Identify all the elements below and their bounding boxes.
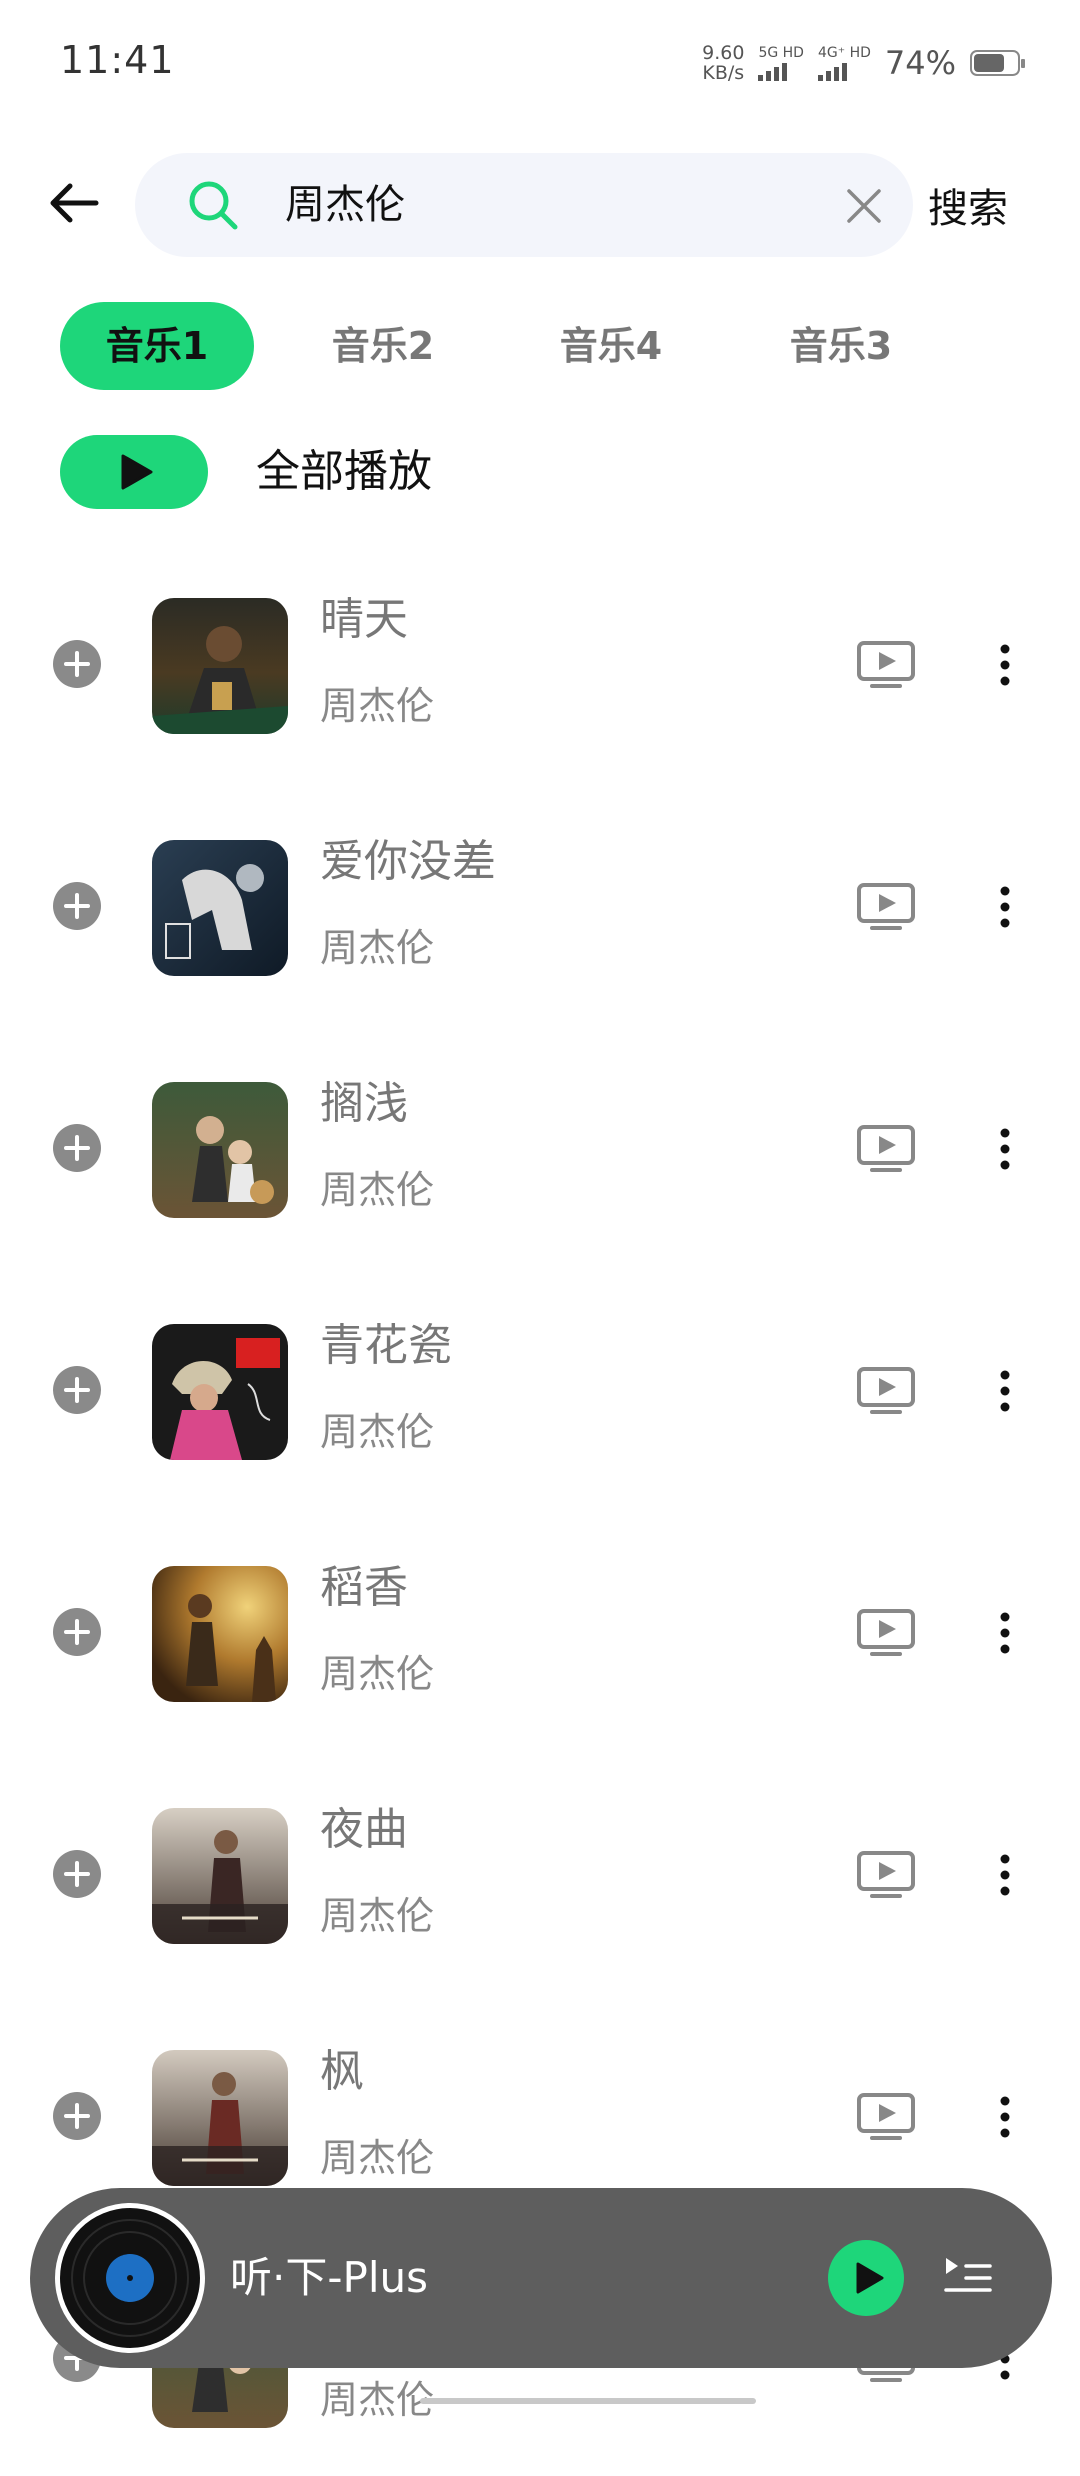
add-icon[interactable] [53, 640, 101, 688]
more-icon[interactable] [990, 1850, 1020, 1900]
mv-icon[interactable] [856, 1850, 916, 1900]
more-icon[interactable] [990, 1124, 1020, 1174]
mini-player[interactable]: 听·下-Plus [30, 2188, 1052, 2368]
sim2-signal: 4G⁺ HD [817, 45, 871, 81]
tab-music3[interactable]: 音乐3 [744, 302, 938, 390]
song-artist: 周杰伦 [320, 1894, 435, 1938]
signal-bars-icon [758, 63, 788, 81]
song-title: 晴天 [320, 594, 408, 645]
song-row[interactable]: 稻香 周杰伦 [0, 1508, 1080, 1750]
network-speed-value: 9.60 [702, 42, 745, 64]
song-title: 搁浅 [320, 1078, 408, 1129]
search-button[interactable]: 搜索 [928, 176, 1008, 234]
battery-percent: 74% [884, 44, 956, 82]
mv-icon[interactable] [856, 2092, 916, 2142]
clear-icon[interactable] [845, 187, 883, 225]
sim1-label: 5G HD [758, 45, 804, 61]
mv-icon[interactable] [856, 882, 916, 932]
album-cover [152, 598, 288, 734]
network-speed-unit: KB/s [702, 62, 745, 84]
mv-icon[interactable] [856, 1124, 916, 1174]
song-row[interactable]: 夜曲 周杰伦 [0, 1750, 1080, 1992]
song-row[interactable]: 青花瓷 周杰伦 [0, 1266, 1080, 1508]
sim1-signal: 5G HD [758, 45, 804, 81]
status-indicators: 9.60 KB/s 5G HD 4G⁺ HD 74% [702, 38, 1025, 88]
album-cover [152, 1082, 288, 1218]
song-row[interactable]: 搁浅 周杰伦 [0, 1024, 1080, 1266]
vinyl-disc-icon[interactable] [54, 2202, 206, 2354]
song-title: 夜曲 [320, 1804, 408, 1855]
battery-icon [970, 50, 1025, 76]
song-artist: 周杰伦 [320, 1652, 435, 1696]
tab-music4[interactable]: 音乐4 [514, 302, 708, 390]
mv-icon[interactable] [856, 1608, 916, 1658]
add-icon[interactable] [53, 1124, 101, 1172]
more-icon[interactable] [990, 1608, 1020, 1658]
album-cover [152, 1324, 288, 1460]
song-row[interactable]: 爱你没差 周杰伦 [0, 782, 1080, 1024]
song-title: 稻香 [320, 1562, 408, 1613]
album-cover [152, 1566, 288, 1702]
mv-icon[interactable] [856, 640, 916, 690]
song-artist: 周杰伦 [320, 1168, 435, 1212]
search-icon [185, 177, 241, 233]
search-bar[interactable]: 周杰伦 [135, 153, 913, 257]
more-icon[interactable] [990, 2092, 1020, 2142]
more-icon[interactable] [990, 640, 1020, 690]
home-indicator[interactable] [420, 2398, 756, 2404]
playlist-queue-icon[interactable] [942, 2254, 994, 2300]
song-artist: 周杰伦 [320, 2378, 435, 2422]
add-icon[interactable] [53, 2092, 101, 2140]
song-artist: 周杰伦 [320, 2136, 435, 2180]
mv-icon[interactable] [856, 1366, 916, 1416]
add-icon[interactable] [53, 1366, 101, 1414]
song-artist: 周杰伦 [320, 926, 435, 970]
song-title: 枫 [320, 2046, 364, 2097]
add-icon[interactable] [53, 1850, 101, 1898]
album-cover [152, 840, 288, 976]
status-time: 11:41 [60, 38, 175, 82]
player-track-title: 听·下-Plus [230, 2253, 429, 2302]
more-icon[interactable] [990, 1366, 1020, 1416]
play-icon [121, 454, 153, 490]
play-all-button[interactable] [60, 435, 208, 509]
album-cover [152, 2050, 288, 2186]
add-icon[interactable] [53, 1608, 101, 1656]
song-title: 青花瓷 [320, 1320, 452, 1371]
back-arrow-icon[interactable] [46, 175, 102, 231]
song-row[interactable]: 晴天 周杰伦 [0, 540, 1080, 782]
add-icon[interactable] [53, 882, 101, 930]
network-speed: 9.60 KB/s [702, 43, 744, 83]
sim2-label: 4G⁺ HD [817, 45, 871, 61]
more-icon[interactable] [990, 882, 1020, 932]
player-play-button[interactable] [828, 2240, 904, 2316]
play-all-label[interactable]: 全部播放 [256, 442, 432, 502]
search-input[interactable]: 周杰伦 [285, 175, 805, 235]
song-artist: 周杰伦 [320, 1410, 435, 1454]
song-title: 爱你没差 [320, 836, 496, 887]
song-artist: 周杰伦 [320, 684, 435, 728]
tab-music2[interactable]: 音乐2 [286, 302, 480, 390]
album-cover [152, 1808, 288, 1944]
status-bar: 11:41 9.60 KB/s 5G HD 4G⁺ HD 74% [0, 0, 1080, 120]
tab-music1[interactable]: 音乐1 [60, 302, 254, 390]
signal-bars-icon [817, 63, 847, 81]
